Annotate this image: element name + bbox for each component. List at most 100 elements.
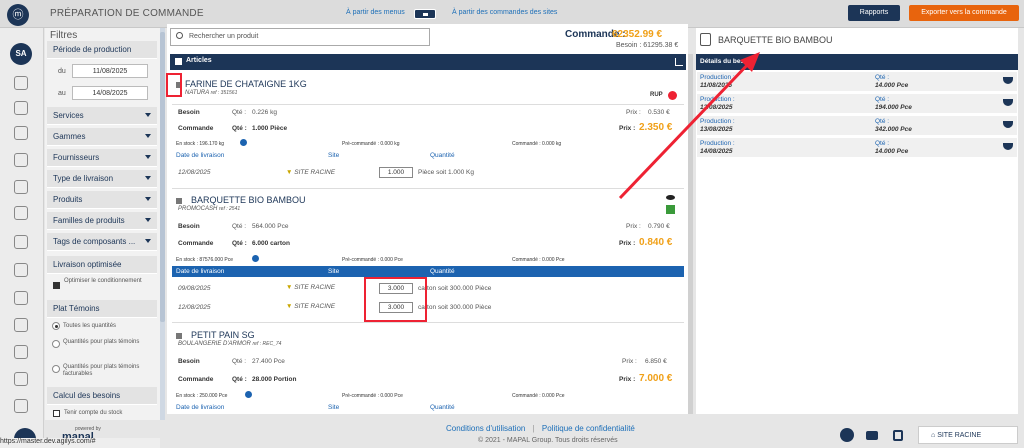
search-input[interactable]: Rechercher un produit (170, 28, 430, 46)
sites-toggle-label: À partir des commandes des sites (452, 9, 558, 16)
order-icon[interactable] (893, 430, 903, 441)
status-url: https://master.dev.agilys.com/# (0, 438, 160, 448)
besoin-prix: 6.850 € (645, 358, 667, 365)
filter-produits[interactable]: Produits (47, 191, 157, 209)
product-supplier: NATURA ref : 351561 (185, 90, 237, 96)
filter-gammes[interactable]: Gammes (47, 128, 157, 146)
box-icon[interactable] (14, 345, 28, 359)
du-date-input[interactable]: 11/08/2025 (72, 64, 148, 78)
conditions-link[interactable]: Conditions d'utilisation (446, 424, 525, 433)
details-row: Production : 12/08/2025 Qté : 194.000 Pc… (697, 94, 1017, 114)
product-name[interactable]: FARINE DE CHATAIGNE 1KG (185, 79, 307, 89)
quantity-input[interactable]: 1.000 (379, 167, 413, 178)
production-date: 11/08/2025 (700, 82, 733, 89)
info-icon[interactable] (245, 391, 252, 398)
store-icon[interactable] (14, 153, 28, 167)
site-selector-label: SITE RACINE (937, 432, 982, 439)
source-toggle[interactable] (414, 9, 436, 19)
info-circle-icon[interactable] (840, 428, 854, 442)
chevron-down-icon (145, 155, 151, 159)
optimiser-checkbox[interactable] (53, 282, 60, 289)
besoin-label: Besoin (178, 109, 200, 116)
inbox-icon[interactable] (14, 263, 28, 277)
radio-toutes-label: Toutes les quantités (63, 323, 117, 329)
product-ref: ref : REC_74 (252, 341, 282, 347)
chef-icon[interactable] (14, 291, 28, 305)
radio-temoins[interactable] (52, 340, 60, 348)
filter-tags[interactable]: Tags de composants ... (47, 233, 157, 251)
commande-qte: 6.000 carton (252, 240, 290, 247)
besoin-prix: 0.790 € (648, 223, 670, 230)
filter-familles[interactable]: Familles de produits (47, 212, 157, 230)
radio-temoins-label: Quantités pour plats témoins (63, 339, 140, 345)
qte-label: Qté : (875, 118, 890, 125)
eye-icon[interactable] (666, 195, 675, 200)
search-icon (176, 32, 183, 39)
edit-icon[interactable] (14, 101, 28, 115)
delivery-icon[interactable] (14, 235, 28, 249)
precommande-info: Pré-commandé : 0.000 Pce (342, 393, 403, 399)
commande-info: Commandé : 0.000 Pce (512, 393, 565, 399)
product-name[interactable]: PETIT PAIN SG (191, 330, 255, 340)
delivery-table-header: Date de livraison Site Quantité (172, 266, 684, 277)
au-date-input[interactable]: 14/08/2025 (72, 86, 148, 100)
prix-label: Prix : (619, 376, 636, 383)
sort-icon[interactable] (675, 58, 683, 66)
product-checkbox[interactable] (176, 198, 182, 204)
plat-label: Plat Témoins (53, 304, 100, 313)
site-icon: ▼ (286, 169, 295, 176)
commande-label: Commande (178, 376, 214, 383)
besoin-prix: 0.530 € (648, 109, 670, 116)
copyright: © 2021 - MAPAL Group. Tous droits réserv… (478, 437, 618, 444)
home-icon[interactable] (14, 76, 28, 90)
filters-scrollbar[interactable] (160, 28, 165, 420)
filters-scrollbar-thumb[interactable] (160, 32, 165, 322)
clipboard-icon[interactable] (14, 126, 28, 140)
filter-type-livraison[interactable]: Type de livraison (47, 170, 157, 188)
commande-qte: 1.000 Pièce (252, 125, 288, 132)
avatar[interactable]: SA (10, 43, 32, 65)
politique-link[interactable]: Politique de confidentialité (542, 424, 635, 433)
export-button[interactable]: Exporter vers la commande (909, 5, 1019, 21)
calculator-icon[interactable] (14, 180, 28, 194)
stock-checkbox[interactable] (53, 410, 60, 417)
product-supplier-name: BOULANGERIE D'ARMOR (178, 341, 251, 347)
production-date: 12/08/2025 (700, 104, 733, 111)
radio-facturables[interactable] (52, 365, 60, 373)
unit-conversion: Pièce soit 1.000 Kg (418, 169, 475, 176)
select-all-checkbox[interactable] (175, 58, 182, 65)
qte-label: Qté : (232, 376, 247, 383)
settings-icon[interactable] (14, 318, 28, 332)
product-supplier-name: NATURA (185, 90, 209, 96)
production-qte: 14.000 Pce (875, 148, 909, 155)
truck-icon[interactable] (14, 206, 28, 220)
dish-icon[interactable] (1003, 121, 1013, 128)
dish-icon[interactable] (1003, 77, 1013, 84)
info-icon[interactable] (252, 255, 259, 262)
document-icon[interactable] (14, 399, 28, 413)
export-label: Exporter vers la commande (921, 9, 1007, 16)
product-checkbox[interactable] (176, 333, 182, 339)
filter-familles-label: Familles de produits (53, 216, 125, 225)
app-logo[interactable]: ⓜ (7, 4, 29, 26)
plat-section: Plat Témoins (47, 300, 157, 318)
radio-toutes[interactable] (52, 322, 60, 330)
dish-icon[interactable] (1003, 143, 1013, 150)
site-selector-button[interactable]: ⌂ SITE RACINE (918, 426, 1018, 444)
commande-total-value: 62352.99 € (612, 29, 663, 40)
precommande-info: Pré-commandé : 0.000 kg (342, 141, 400, 147)
filter-fournisseurs[interactable]: Fournisseurs (47, 149, 157, 167)
dish-icon[interactable] (1003, 99, 1013, 106)
filter-services[interactable]: Services (47, 107, 157, 125)
qte-label: Qté : (875, 74, 890, 81)
info-icon[interactable] (240, 139, 247, 146)
rapports-button[interactable]: Rapports (848, 5, 900, 21)
invoice-icon[interactable] (14, 372, 28, 386)
chevron-down-icon (145, 218, 151, 222)
product-name[interactable]: BARQUETTE BIO BAMBOU (191, 195, 306, 205)
articles-scrollbar[interactable] (688, 54, 693, 414)
product-ref: ref : 2541 (219, 206, 241, 212)
au-label: au (58, 90, 66, 97)
besoin-qte: 27.400 Pce (252, 358, 285, 365)
chat-icon[interactable] (866, 431, 878, 440)
